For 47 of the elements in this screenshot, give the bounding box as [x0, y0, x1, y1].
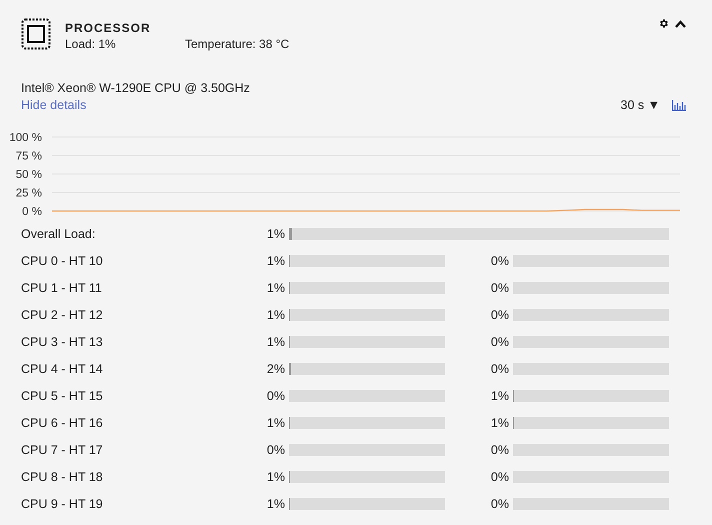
cpu-model-text: Intel® Xeon® W-1290E CPU @ 3.50GHz [21, 80, 251, 96]
interval-dropdown[interactable]: 30 s ▼ [620, 96, 660, 115]
percent-text: 0% [490, 252, 510, 270]
percent-text: 1% [266, 280, 286, 297]
percent-text: 0% [490, 360, 510, 378]
row-label: CPU 7 - HT 17 [21, 442, 104, 459]
row-label: CPU 5 - HT 15 [21, 388, 104, 405]
percent-text: 1% [266, 496, 286, 513]
percent-text: 0% [490, 306, 510, 324]
bar-chart-icon[interactable] [672, 100, 686, 111]
row-label: CPU 6 - HT 16 [21, 414, 104, 432]
percent-text: 1% [266, 226, 286, 243]
percent-text: 0% [490, 280, 510, 297]
hide-details-link[interactable]: Hide details [21, 96, 621, 114]
percent-text: 1% [266, 252, 286, 270]
row-label: CPU 4 - HT 14 [21, 360, 104, 378]
row-label: CPU 9 - HT 19 [21, 496, 104, 513]
percent-text: 0% [266, 388, 286, 405]
axis-label: 0 % [22, 206, 42, 218]
collapse-icon[interactable] [675, 20, 686, 28]
load-text: Load: 1% [65, 36, 117, 52]
percent-text: 1% [266, 414, 286, 432]
row-label: CPU 3 - HT 13 [21, 334, 104, 351]
percent-text: 2% [266, 360, 286, 378]
percent-text: 0% [490, 496, 510, 513]
processor-icon [21, 18, 51, 50]
percent-text: 1% [266, 468, 286, 486]
settings-icon[interactable] [658, 18, 669, 29]
row-label: CPU 1 - HT 11 [21, 280, 103, 297]
axis-label: 75 % [16, 150, 42, 162]
axis-label: 100 % [9, 132, 42, 144]
percent-text: 1% [266, 334, 286, 351]
percent-text: 0% [490, 468, 510, 486]
row-label: CPU 8 - HT 18 [21, 468, 104, 486]
row-label: Overall Load: [21, 226, 96, 243]
axis-label: 25 % [16, 187, 42, 200]
row-label: CPU 0 - HT 10 [21, 252, 104, 270]
row-label: CPU 2 - HT 12 [21, 306, 104, 324]
percent-text: 1% [266, 306, 286, 324]
temperature-text: Temperature: 38 °C [185, 36, 290, 52]
section-title: PROCESSOR [65, 20, 152, 36]
percent-text: 0% [490, 334, 510, 351]
percent-text: 1% [490, 388, 510, 405]
percent-text: 1% [490, 414, 510, 432]
percent-text: 0% [490, 442, 510, 459]
axis-label: 50 % [16, 168, 42, 181]
percent-text: 0% [266, 442, 286, 459]
